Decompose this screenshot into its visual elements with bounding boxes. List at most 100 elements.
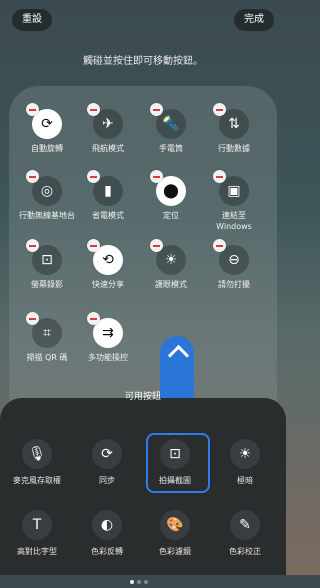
sheet-title: 可用按鈕 xyxy=(124,392,161,402)
remove-icon[interactable] xyxy=(87,170,100,183)
available-label: 色彩校正 xyxy=(229,547,261,556)
available-button[interactable]: ✎ xyxy=(230,510,260,540)
available-label: 同步 xyxy=(99,476,115,485)
remove-icon[interactable] xyxy=(213,239,226,252)
tile-button[interactable]: ⟳ xyxy=(26,103,62,139)
screen-record-icon: ⊡ xyxy=(41,252,53,268)
page-dot-1 xyxy=(129,580,134,584)
available-screenshot[interactable]: ⊡ 拍攝截圖 xyxy=(142,439,208,486)
done-button[interactable]: 完成 xyxy=(234,9,274,31)
link-to-windows-icon: ▣ xyxy=(227,183,241,199)
quick-tile-quick-share[interactable]: ⟲ 快速分享 xyxy=(77,239,139,290)
airplane-icon: ✈ xyxy=(102,116,114,132)
quick-tile-airplane[interactable]: ✈ 飛航模式 xyxy=(77,103,139,154)
tile-label: 手電筒 xyxy=(159,144,183,153)
tile-label: 多功能操控 xyxy=(88,353,128,362)
quick-tile-link-to-windows[interactable]: ▣ 連結至 Windows xyxy=(203,170,265,232)
available-sync[interactable]: ⟳ 同步 xyxy=(74,439,140,486)
quick-tile-do-not-disturb[interactable]: ⊖ 請勿打擾 xyxy=(203,239,265,290)
screenshot-icon: ⊡ xyxy=(169,446,181,462)
color-filter-icon: 🎨 xyxy=(166,517,184,533)
remove-icon[interactable] xyxy=(26,170,39,183)
tile-label: 連結至 Windows xyxy=(216,211,252,231)
quick-tile-battery-saver[interactable]: ▮ 省電模式 xyxy=(77,170,139,221)
available-label: 拍攝截圖 xyxy=(159,476,191,485)
tile-button[interactable]: ⇅ xyxy=(213,103,249,139)
qr-scan-icon: ⌗ xyxy=(43,325,51,341)
tile-button[interactable]: ◎ xyxy=(26,170,62,206)
quick-tile-eye-comfort[interactable]: ☀ 護眼模式 xyxy=(140,239,202,290)
quick-tile-screen-record[interactable]: ⊡ 螢幕錄影 xyxy=(16,239,78,290)
available-label: 色彩濾鏡 xyxy=(159,547,191,556)
available-button[interactable]: T xyxy=(22,510,52,540)
quick-tile-qr-scan[interactable]: ⌗ 掃描 QR 碼 xyxy=(16,312,78,363)
chevron-up-icon xyxy=(167,344,190,367)
page-indicator xyxy=(128,569,149,588)
color-inversion-icon: ◐ xyxy=(100,517,114,533)
remove-icon[interactable] xyxy=(87,103,100,116)
quick-tile-multi-control[interactable]: ⇉ 多功能操控 xyxy=(77,312,139,363)
tile-button[interactable]: ⊖ xyxy=(213,239,249,275)
tile-label: 定位 xyxy=(163,211,179,220)
tile-label: 螢幕錄影 xyxy=(31,280,63,289)
tile-label: 掃描 QR 碼 xyxy=(26,353,68,362)
available-label: 色彩反轉 xyxy=(91,547,123,556)
remove-icon[interactable] xyxy=(150,170,163,183)
available-microphone[interactable]: 🎙 麥克風存取權 xyxy=(4,439,70,486)
quick-tile-location[interactable]: ⬤ 定位 xyxy=(140,170,202,221)
extra-dim-icon: ☀ xyxy=(238,446,252,462)
available-button[interactable]: 🎙 xyxy=(22,439,52,469)
battery-saver-icon: ▮ xyxy=(104,183,112,199)
quick-tile-mobile-data[interactable]: ⇅ 行動數據 xyxy=(203,103,265,154)
available-color-correction[interactable]: ✎ 色彩校正 xyxy=(212,510,278,557)
flashlight-icon: 🔦 xyxy=(162,116,180,132)
tile-button[interactable]: ✈ xyxy=(87,103,123,139)
quick-tile-rotate[interactable]: ⟳ 自動旋轉 xyxy=(16,103,78,154)
remove-icon[interactable] xyxy=(150,103,163,116)
multi-control-icon: ⇉ xyxy=(102,325,114,341)
high-contrast-font-icon: T xyxy=(32,517,42,533)
remove-icon[interactable] xyxy=(26,239,39,252)
tile-button[interactable]: 🔦 xyxy=(150,103,186,139)
sync-icon: ⟳ xyxy=(101,446,113,462)
available-extra-dim[interactable]: ☀ 極暗 xyxy=(212,439,278,486)
quick-tile-flashlight[interactable]: 🔦 手電筒 xyxy=(140,103,202,154)
tile-label: 行動無線基地台 xyxy=(19,211,75,220)
tile-button[interactable]: ⟲ xyxy=(87,239,123,275)
available-color-filter[interactable]: 🎨 色彩濾鏡 xyxy=(142,510,208,557)
tile-button[interactable]: ⌗ xyxy=(26,312,62,348)
tile-label: 自動旋轉 xyxy=(31,144,63,153)
available-button[interactable]: 🎨 xyxy=(160,510,190,540)
reset-button[interactable]: 重設 xyxy=(12,9,52,31)
remove-icon[interactable] xyxy=(87,239,100,252)
tile-label: 快速分享 xyxy=(92,280,124,289)
available-color-inversion[interactable]: ◐ 色彩反轉 xyxy=(74,510,140,557)
remove-icon[interactable] xyxy=(26,103,39,116)
eye-comfort-icon: ☀ xyxy=(164,252,178,268)
rotate-icon: ⟳ xyxy=(41,116,53,132)
tile-label: 省電模式 xyxy=(92,211,124,220)
available-high-contrast-font[interactable]: T 高對比字型 xyxy=(4,510,70,557)
remove-icon[interactable] xyxy=(150,239,163,252)
available-button[interactable]: ◐ xyxy=(92,510,122,540)
available-button[interactable]: ☀ xyxy=(230,439,260,469)
tile-label: 飛航模式 xyxy=(92,144,124,153)
tile-button[interactable]: ▣ xyxy=(213,170,249,206)
remove-icon[interactable] xyxy=(213,103,226,116)
remove-icon[interactable] xyxy=(213,170,226,183)
page-dot-3 xyxy=(143,580,148,584)
available-button[interactable]: ⊡ xyxy=(160,439,190,469)
remove-icon[interactable] xyxy=(87,312,100,325)
available-label: 極暗 xyxy=(237,476,253,485)
quick-share-icon: ⟲ xyxy=(102,252,114,268)
available-label: 高對比字型 xyxy=(17,547,57,556)
remove-icon[interactable] xyxy=(26,312,39,325)
tile-button[interactable]: ⬤ xyxy=(150,170,186,206)
tile-button[interactable]: ▮ xyxy=(87,170,123,206)
tile-button[interactable]: ☀ xyxy=(150,239,186,275)
available-button[interactable]: ⟳ xyxy=(92,439,122,469)
tile-button[interactable]: ⊡ xyxy=(26,239,62,275)
quick-tile-hotspot[interactable]: ◎ 行動無線基地台 xyxy=(16,170,78,221)
page-dot-2 xyxy=(136,580,141,584)
tile-button[interactable]: ⇉ xyxy=(87,312,123,348)
